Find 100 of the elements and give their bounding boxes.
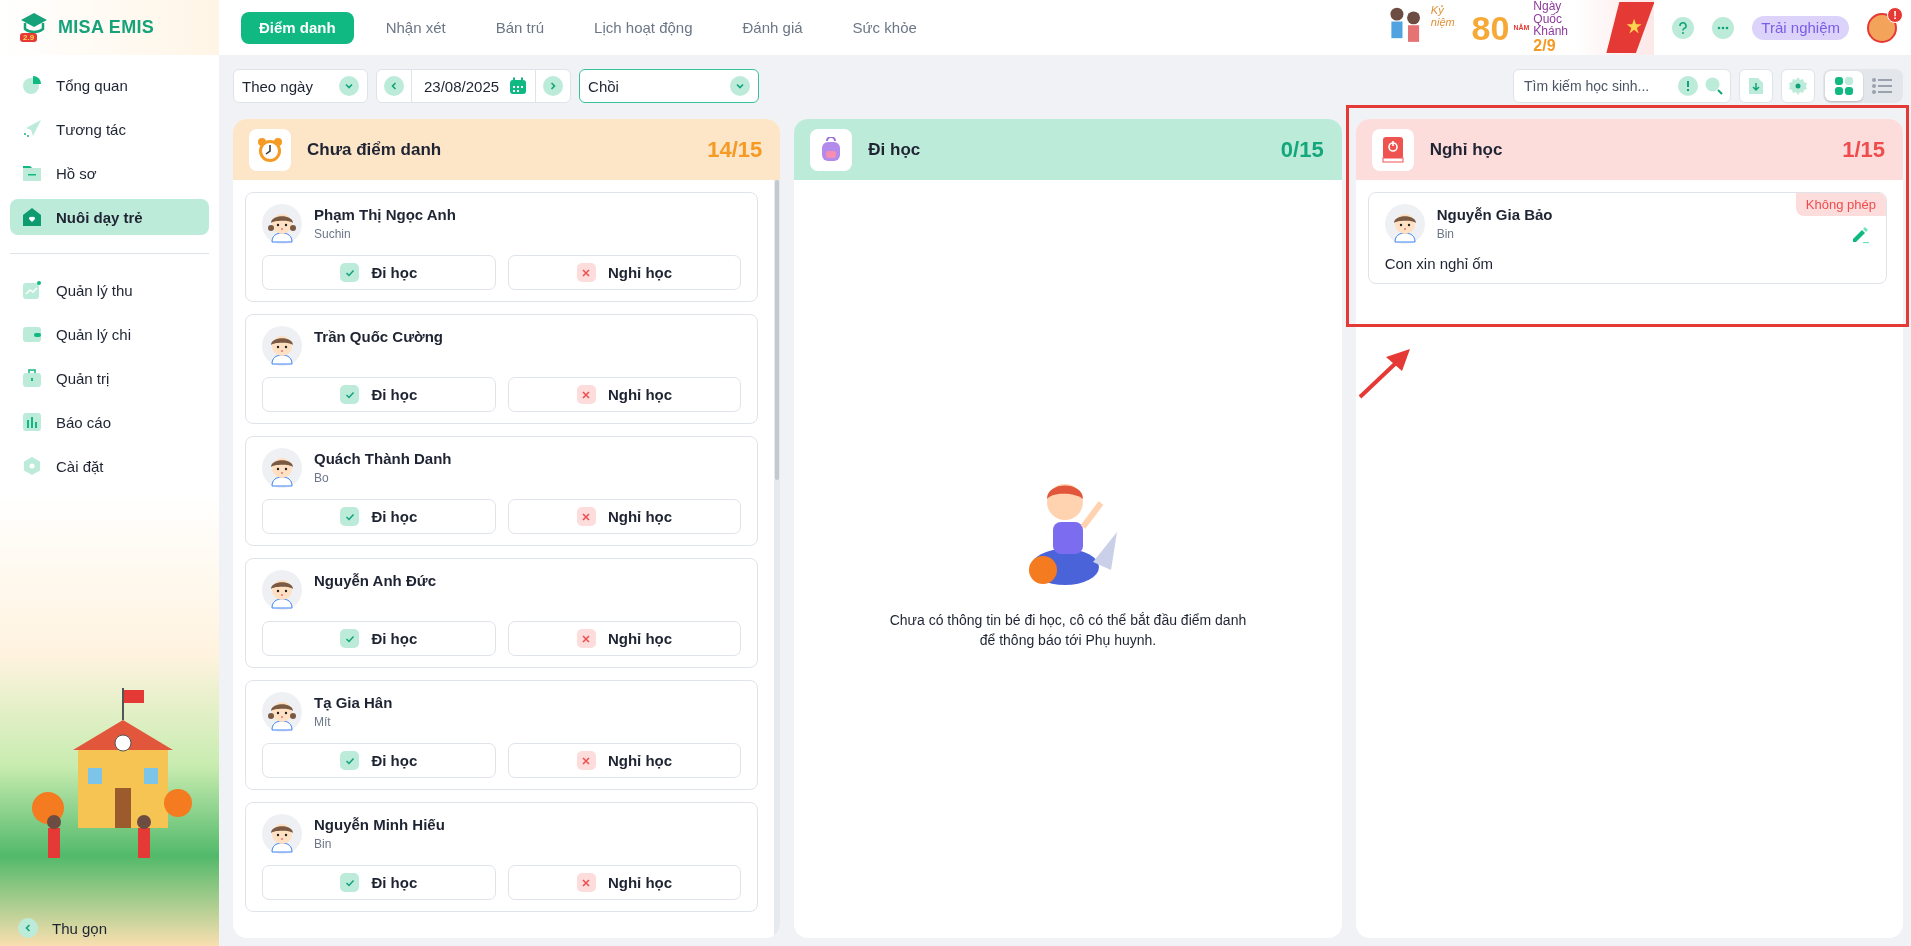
check-icon [340, 629, 360, 648]
student-name: Trần Quốc Cường [314, 328, 445, 345]
house-heart-icon [22, 207, 42, 227]
list-icon [1872, 77, 1892, 95]
student-name: Quách Thành Danh [314, 450, 453, 467]
settings-icon [22, 456, 42, 476]
child-avatar-icon [262, 692, 302, 732]
search-field[interactable]: Tìm kiếm học sinh... [1522, 77, 1672, 95]
sidebar-item[interactable]: Tổng quan [10, 67, 209, 103]
student-name: Nguyễn Anh Đức [314, 572, 437, 589]
present-button[interactable]: Đi học [262, 621, 496, 656]
column-count: 14/15 [707, 136, 763, 163]
student-nickname: Bin [1436, 227, 1455, 241]
alarm-clock-icon [256, 135, 284, 164]
absent-button[interactable]: Nghỉ học [507, 621, 742, 656]
student-nickname: Bin [314, 837, 333, 851]
column-title: Chưa điểm danh [307, 139, 443, 160]
absent-button[interactable]: Nghỉ học [507, 255, 742, 290]
sidebar-item[interactable]: Báo cáo [10, 404, 209, 440]
logo-badge: 2.9 [20, 32, 38, 42]
calendar-icon [509, 77, 528, 95]
child-avatar-icon [262, 814, 302, 854]
chevron-down-icon [730, 76, 751, 96]
close-icon [576, 507, 596, 526]
class-select[interactable]: Chồi [579, 69, 760, 103]
child-avatar-icon [1384, 204, 1425, 244]
nav-tab[interactable]: Nhận xét [367, 11, 464, 44]
sidebar-item[interactable]: Quản lý thu [10, 272, 209, 308]
check-icon [340, 507, 360, 526]
child-avatar-icon [262, 448, 302, 488]
date-picker[interactable]: 23/08/2025 [376, 69, 572, 103]
collapse-button[interactable]: Thu gọn [18, 918, 201, 938]
absent-button[interactable]: Nghỉ học [507, 865, 742, 900]
nav-tab[interactable]: Đánh giá [724, 11, 821, 44]
briefcase-icon [22, 368, 42, 388]
student-nickname: Suchin [314, 227, 352, 241]
nav-tab[interactable]: Sức khỏe [834, 11, 935, 44]
more-button[interactable] [1712, 16, 1735, 39]
close-icon [576, 751, 596, 770]
present-button[interactable]: Đi học [262, 255, 496, 290]
wallet-icon [22, 324, 42, 344]
logo-text: MISA EMIS [58, 17, 155, 38]
check-icon [340, 385, 360, 404]
column-title: Đi học [868, 139, 922, 160]
notification-badge: ! [1887, 6, 1903, 23]
sidebar-item[interactable]: Tương tác [10, 111, 209, 147]
chevron-down-icon [339, 76, 359, 96]
sidebar-item[interactable]: Nuôi dạy trẻ [10, 199, 209, 235]
empty-state-message: Chưa có thông tin bé đi học, cô có thể bắt đầu điểm danh để thông báo tới Phụ huynh. [888, 611, 1248, 650]
present-button[interactable]: Đi học [262, 743, 496, 778]
present-button[interactable]: Đi học [262, 377, 496, 412]
sidebar-item[interactable]: Hồ sơ [10, 155, 209, 191]
question-mark-icon [1678, 21, 1689, 34]
help-button[interactable] [1672, 16, 1695, 39]
chevron-left-icon [18, 918, 38, 938]
nav-tab[interactable]: Lịch hoạt động [576, 11, 711, 44]
absence-note: Con xin nghỉ ốm [1384, 255, 1495, 272]
banner-caption: Kỷ niệm [1430, 4, 1456, 28]
grid-view-button[interactable] [1825, 71, 1863, 101]
sidebar-item[interactable]: Quản trị [10, 360, 209, 396]
mode-select[interactable]: Theo ngày [233, 69, 368, 103]
close-icon [576, 385, 596, 404]
search-bar[interactable]: Tìm kiếm học sinh... [1513, 69, 1731, 103]
settings-button[interactable] [1781, 69, 1815, 103]
child-avatar-icon [262, 570, 302, 610]
student-name: Tạ Gia Hân [314, 694, 394, 711]
pie-chart-icon [22, 75, 42, 95]
check-icon [340, 751, 360, 770]
download-button[interactable] [1739, 69, 1773, 103]
trend-chart-icon [22, 280, 42, 300]
student-name: Phạm Thị Ngọc Anh [314, 206, 457, 223]
absent-button[interactable]: Nghỉ học [507, 499, 742, 534]
absent-button[interactable]: Nghỉ học [507, 377, 742, 412]
present-button[interactable]: Đi học [262, 865, 496, 900]
paper-plane-icon [22, 119, 42, 139]
book-power-icon [1380, 135, 1405, 164]
column-count: 1/15 [1842, 136, 1885, 163]
banner-date: 2/9 [1533, 38, 1557, 55]
column-count: 0/15 [1280, 136, 1324, 163]
info-icon [1678, 76, 1698, 96]
sidebar-item[interactable]: Quản lý chi [10, 316, 209, 352]
present-button[interactable]: Đi học [262, 499, 496, 534]
child-avatar-icon [262, 204, 302, 244]
student-name: Nguyễn Minh Hiếu [314, 816, 446, 833]
student-nickname: Mít [314, 715, 332, 729]
folder-icon [22, 163, 42, 183]
close-icon [576, 263, 596, 282]
column-title: Nghỉ học [1429, 139, 1504, 160]
sidebar-item[interactable]: Cài đặt [10, 448, 209, 484]
banner-subtitle: Quốc Khánh [1533, 12, 1570, 38]
more-icon [1717, 25, 1730, 30]
child-avatar-icon [262, 326, 302, 366]
absent-button[interactable]: Nghỉ học [507, 743, 742, 778]
nav-tab[interactable]: Bán trú [477, 11, 563, 44]
chevron-right-icon [543, 76, 564, 96]
user-avatar[interactable] [1867, 12, 1897, 43]
pencil-icon[interactable] [1850, 224, 1870, 244]
download-icon [1748, 77, 1764, 95]
chevron-left-icon [384, 76, 404, 96]
search-icon [1704, 76, 1724, 96]
